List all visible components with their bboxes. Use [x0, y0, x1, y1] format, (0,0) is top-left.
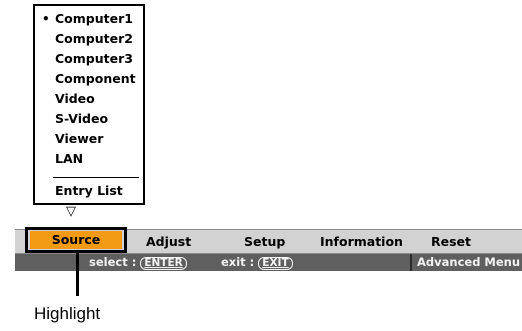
exit-key-badge: EXIT	[258, 257, 293, 270]
dropdown-separator	[53, 177, 139, 178]
dropdown-item-entry-list[interactable]: Entry List	[55, 183, 123, 199]
dropdown-item-component[interactable]: Component	[55, 71, 136, 87]
dropdown-item-viewer[interactable]: Viewer	[55, 131, 103, 147]
status-bar: select : ENTER exit : EXIT Advanced Menu	[15, 254, 522, 271]
tab-source[interactable]: Source	[30, 231, 122, 249]
tab-adjust[interactable]: Adjust	[146, 234, 191, 250]
dropdown-item-computer1[interactable]: Computer1	[55, 11, 133, 27]
dropdown-item-s-video[interactable]: S-Video	[55, 111, 108, 127]
dropdown-item-lan[interactable]: LAN	[55, 151, 83, 167]
dropdown-pointer-icon: ▽	[66, 204, 76, 219]
enter-key-badge: ENTER	[140, 257, 187, 270]
advanced-menu-label[interactable]: Advanced Menu	[417, 254, 520, 271]
source-dropdown-menu: • Computer1 Computer2 Computer3 Componen…	[33, 4, 145, 205]
select-label: select :	[89, 255, 137, 269]
selected-bullet-icon: •	[42, 12, 50, 26]
tab-reset[interactable]: Reset	[431, 234, 471, 250]
dropdown-item-video[interactable]: Video	[55, 91, 95, 107]
dropdown-item-computer2[interactable]: Computer2	[55, 31, 133, 47]
status-divider	[410, 254, 412, 271]
tab-information[interactable]: Information	[320, 234, 403, 250]
dropdown-item-computer3[interactable]: Computer3	[55, 51, 133, 67]
highlight-leader-line	[76, 252, 79, 296]
highlight-callout-label: Highlight	[34, 304, 101, 323]
exit-label: exit :	[221, 255, 255, 269]
tab-setup[interactable]: Setup	[244, 234, 285, 250]
